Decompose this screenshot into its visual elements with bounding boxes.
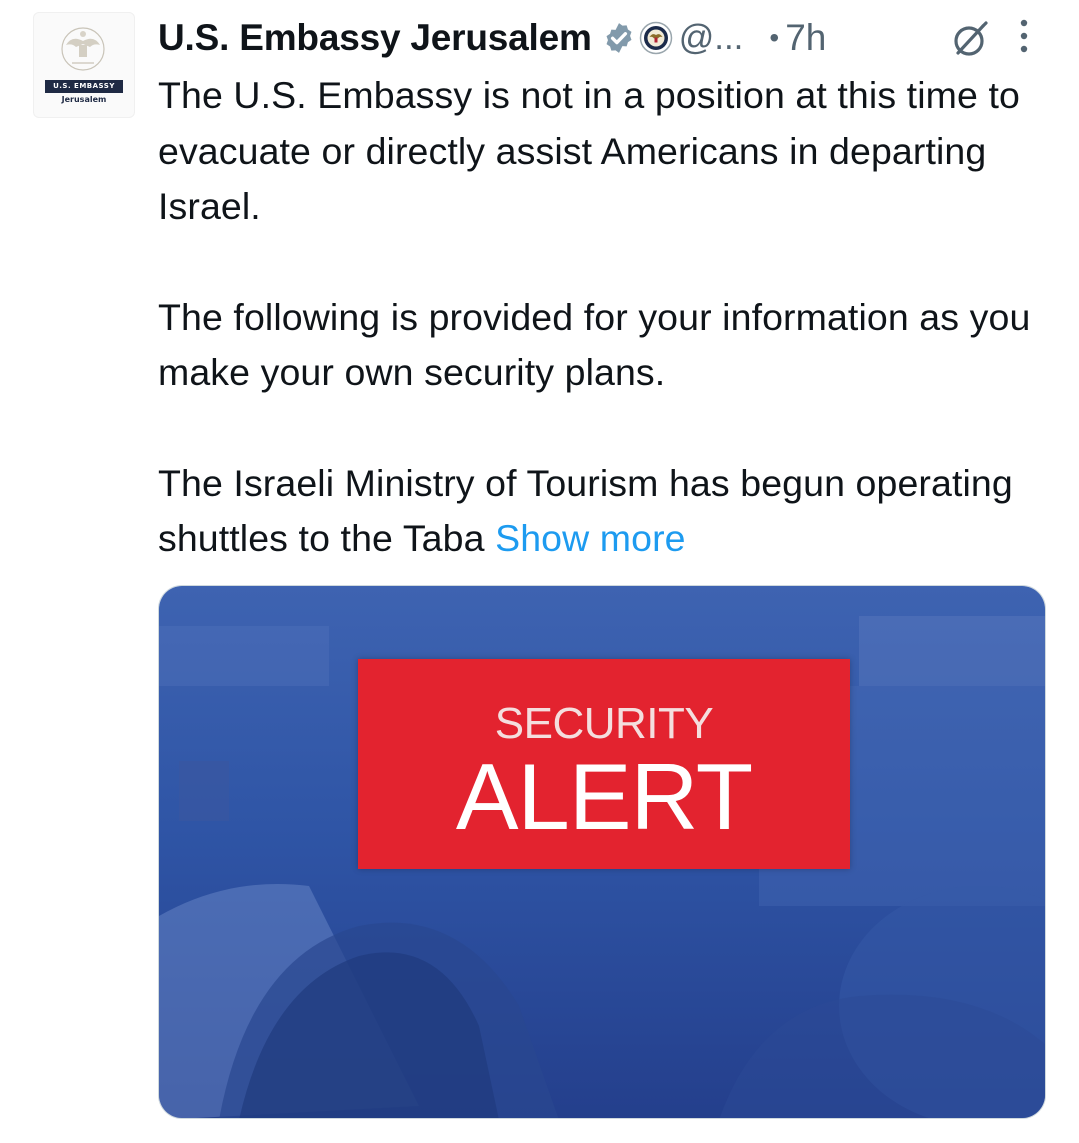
grok-icon[interactable] xyxy=(950,20,990,60)
avatar[interactable]: U.S. EMBASSY Jerusalem xyxy=(33,12,135,118)
show-more-link[interactable]: Show more xyxy=(495,517,686,559)
tweet-paragraph-last: The Israeli Ministry of Tourism has begu… xyxy=(158,456,1058,567)
alert-line-security: SECURITY xyxy=(494,699,714,748)
tweet-media-image[interactable]: SECURITY ALERT xyxy=(158,585,1046,1119)
tweet-paragraph: The following is provided for your infor… xyxy=(158,295,1031,394)
more-options-icon[interactable] xyxy=(1016,16,1032,56)
tweet-header: U.S. Embassy Jerusalem @... • 7h xyxy=(158,14,1058,62)
avatar-subtitle: Jerusalem xyxy=(61,95,107,104)
affiliate-seal-icon[interactable] xyxy=(639,21,673,55)
alert-line-alert: ALERT xyxy=(455,744,753,849)
display-name[interactable]: U.S. Embassy Jerusalem xyxy=(158,17,592,59)
embassy-seal-icon xyxy=(61,27,105,71)
verified-badge-icon[interactable] xyxy=(602,21,636,55)
tweet-paragraph: The U.S. Embassy is not in a position at… xyxy=(158,74,1020,227)
separator-dot: • xyxy=(769,22,780,53)
security-alert-banner: SECURITY ALERT xyxy=(358,659,850,869)
handle[interactable]: @... xyxy=(679,18,744,58)
tweet-text: The U.S. Embassy is not in a position at… xyxy=(158,68,1058,567)
timestamp[interactable]: 7h xyxy=(785,17,826,59)
avatar-banner: U.S. EMBASSY xyxy=(45,80,123,93)
